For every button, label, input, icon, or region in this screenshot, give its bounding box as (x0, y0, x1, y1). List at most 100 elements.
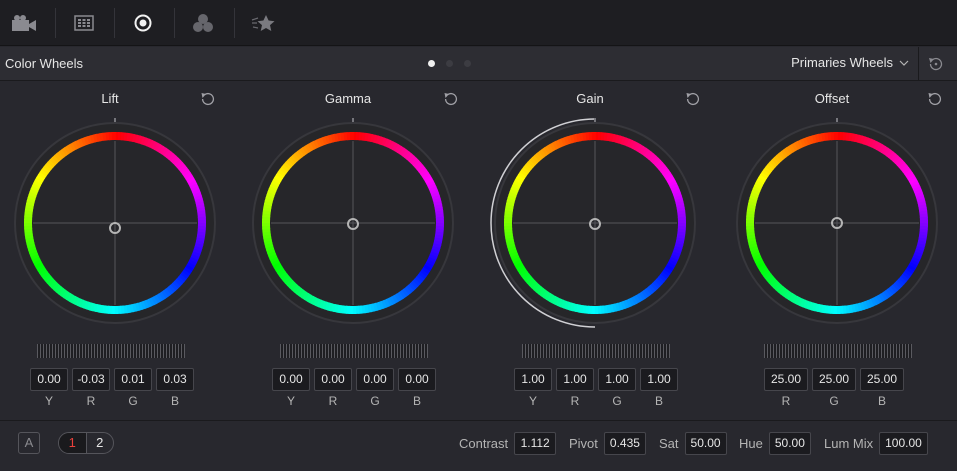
page-1-button[interactable]: 1 (59, 433, 86, 453)
chevron-down-icon (899, 60, 909, 66)
page-2-button[interactable]: 2 (85, 433, 114, 453)
page-dots (428, 60, 471, 67)
value-fields: 0.00 0.00 0.00 0.00 (272, 368, 436, 391)
gain-wheel-panel: Gain 1.00 1.00 1.00 1.00 Y R G B (480, 82, 720, 412)
channel-label: B (412, 394, 421, 408)
auto-balance-button[interactable]: A (18, 432, 40, 454)
contrast-label: Contrast (459, 436, 509, 451)
adjustment-footer: A 1 2 Contrast 1.112 Pivot 0.435 Sat 50.… (0, 421, 957, 471)
page-dot-2[interactable] (446, 60, 453, 67)
value-labels: R G B (764, 394, 904, 408)
reset-all-icon[interactable] (926, 54, 946, 74)
lift-wheel-panel: Lift 0.00 -0.03 0.01 0.03 Y R G B (0, 82, 240, 412)
offset-wheel-panel: Offset 25.00 25.00 25.00 R G B (722, 82, 957, 412)
channel-label: G (612, 394, 622, 408)
color-match-button[interactable] (60, 6, 108, 40)
reset-icon[interactable] (442, 90, 460, 108)
value-fields: 25.00 25.00 25.00 (764, 368, 904, 391)
r-value-field[interactable]: 0.00 (314, 368, 352, 391)
mode-dropdown[interactable]: Primaries Wheels (791, 55, 909, 70)
b-value-field[interactable]: 0.03 (156, 368, 194, 391)
page-dot-1[interactable] (428, 60, 435, 67)
page-switcher: 1 2 (58, 432, 114, 454)
header-divider (918, 47, 919, 80)
r-value-field[interactable]: -0.03 (72, 368, 110, 391)
color-wheels-button[interactable] (119, 6, 167, 40)
page-dot-3[interactable] (464, 60, 471, 67)
hue-label: Hue (739, 436, 763, 451)
b-value-field[interactable]: 0.00 (398, 368, 436, 391)
toolbar-divider (114, 8, 115, 38)
channel-label: B (877, 394, 886, 408)
wheel-title: Lift (101, 91, 119, 106)
pivot-field[interactable]: 0.435 (603, 432, 646, 455)
y-value-field[interactable]: 0.00 (272, 368, 310, 391)
target-icon (134, 14, 152, 32)
camera-raw-button[interactable] (0, 6, 48, 40)
channel-label: Y (286, 394, 295, 408)
lum-mix-label: Lum Mix (824, 436, 874, 451)
pivot-control: Pivot 0.435 (569, 432, 646, 455)
contrast-field[interactable]: 1.112 (514, 432, 557, 455)
gain-color-wheel[interactable] (480, 108, 710, 338)
b-value-field[interactable]: 1.00 (640, 368, 678, 391)
reset-icon[interactable] (926, 90, 944, 108)
reset-icon[interactable] (199, 90, 217, 108)
y-value-field[interactable]: 0.00 (30, 368, 68, 391)
panel-title: Color Wheels (5, 56, 84, 71)
value-fields: 0.00 -0.03 0.01 0.03 (30, 368, 194, 391)
wheel-title: Gamma (324, 91, 372, 106)
channel-label: R (570, 394, 580, 408)
rgb-mixer-button[interactable] (179, 6, 227, 40)
channel-label: R (86, 394, 96, 408)
motion-effects-button[interactable] (239, 6, 287, 40)
channel-label: R (781, 394, 791, 408)
value-labels: Y R G B (514, 394, 678, 408)
channel-label: G (829, 394, 839, 408)
channel-label: Y (44, 394, 53, 408)
circles-icon (193, 14, 213, 32)
channel-label: G (370, 394, 380, 408)
sat-label: Sat (659, 436, 679, 451)
value-labels: Y R G B (272, 394, 436, 408)
sat-field[interactable]: 50.00 (684, 432, 727, 455)
channel-label: B (170, 394, 179, 408)
channel-label: G (128, 394, 138, 408)
value-fields: 1.00 1.00 1.00 1.00 (514, 368, 678, 391)
g-value-field[interactable]: 0.01 (114, 368, 152, 391)
channel-label: Y (528, 394, 537, 408)
offset-color-wheel[interactable] (722, 108, 952, 338)
g-value-field[interactable]: 25.00 (812, 368, 856, 391)
hue-field[interactable]: 50.00 (768, 432, 811, 455)
hue-control: Hue 50.00 (739, 432, 811, 455)
master-wheel-slider[interactable] (280, 344, 428, 358)
contrast-control: Contrast 1.112 (459, 432, 557, 455)
toolbar (0, 0, 957, 46)
master-wheel-slider[interactable] (37, 344, 185, 358)
lum-mix-field[interactable]: 100.00 (879, 432, 928, 455)
master-wheel-slider[interactable] (764, 344, 912, 358)
mode-dropdown-label: Primaries Wheels (791, 55, 893, 70)
toolbar-divider (234, 8, 235, 38)
value-labels: Y R G B (30, 394, 194, 408)
master-wheel-slider[interactable] (522, 344, 670, 358)
pivot-label: Pivot (569, 436, 598, 451)
gamma-wheel-panel: Gamma 0.00 0.00 0.00 0.00 Y R G B (238, 82, 478, 412)
r-value-field[interactable]: 25.00 (764, 368, 808, 391)
wheel-title: Gain (576, 91, 604, 106)
gamma-color-wheel[interactable] (238, 108, 468, 338)
g-value-field[interactable]: 1.00 (598, 368, 636, 391)
toolbar-divider (174, 8, 175, 38)
panel-header: Color Wheels Primaries Wheels (0, 47, 957, 81)
reset-icon[interactable] (684, 90, 702, 108)
channel-label: R (328, 394, 338, 408)
grid-icon (74, 15, 94, 31)
g-value-field[interactable]: 0.00 (356, 368, 394, 391)
b-value-field[interactable]: 25.00 (860, 368, 904, 391)
channel-label: B (654, 394, 663, 408)
r-value-field[interactable]: 1.00 (556, 368, 594, 391)
y-value-field[interactable]: 1.00 (514, 368, 552, 391)
lift-color-wheel[interactable] (0, 108, 230, 338)
sat-control: Sat 50.00 (659, 432, 727, 455)
lum-mix-control: Lum Mix 100.00 (824, 432, 928, 455)
